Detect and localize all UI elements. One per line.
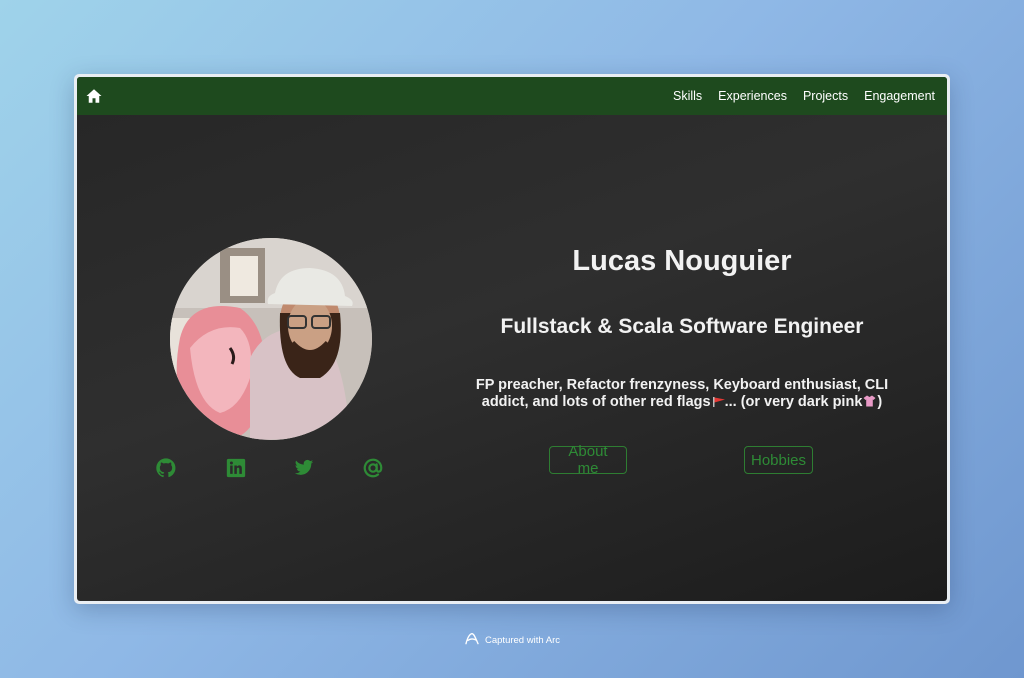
nav-experiences[interactable]: Experiences — [718, 89, 787, 103]
caption-text: Captured with Arc — [485, 635, 560, 646]
navbar: Skills Experiences Projects Engagement — [77, 77, 947, 115]
page-title: Lucas Nouguier — [572, 245, 792, 277]
nav-menu: Skills Experiences Projects Engagement — [673, 77, 935, 115]
tagline-text-3: ) — [877, 394, 883, 410]
arc-logo-icon — [464, 632, 480, 649]
tagline-text-2: ... (or very dark pink — [724, 394, 863, 410]
job-title: Fullstack & Scala Software Engineer — [500, 315, 864, 338]
nav-projects[interactable]: Projects — [803, 89, 848, 103]
github-icon[interactable] — [155, 457, 177, 479]
page-viewport: Skills Experiences Projects Engagement L… — [77, 77, 947, 601]
home-icon[interactable] — [85, 87, 103, 105]
pink-shirt-icon — [863, 395, 876, 407]
red-flag-icon — [712, 395, 725, 407]
social-links — [155, 457, 387, 481]
arc-capture-caption: Captured with Arc — [0, 632, 1024, 649]
twitter-icon[interactable] — [293, 457, 315, 479]
linkedin-icon[interactable] — [225, 457, 247, 479]
nav-engagement[interactable]: Engagement — [864, 89, 935, 103]
about-me-button[interactable]: About me — [549, 443, 627, 477]
hobbies-button[interactable]: Hobbies — [744, 446, 813, 474]
profile-photo — [170, 238, 372, 440]
browser-window: Skills Experiences Projects Engagement L… — [74, 74, 950, 604]
tagline: FP preacher, Refactor frenzyness, Keyboa… — [452, 377, 912, 411]
email-icon[interactable] — [362, 457, 384, 479]
nav-skills[interactable]: Skills — [673, 89, 702, 103]
